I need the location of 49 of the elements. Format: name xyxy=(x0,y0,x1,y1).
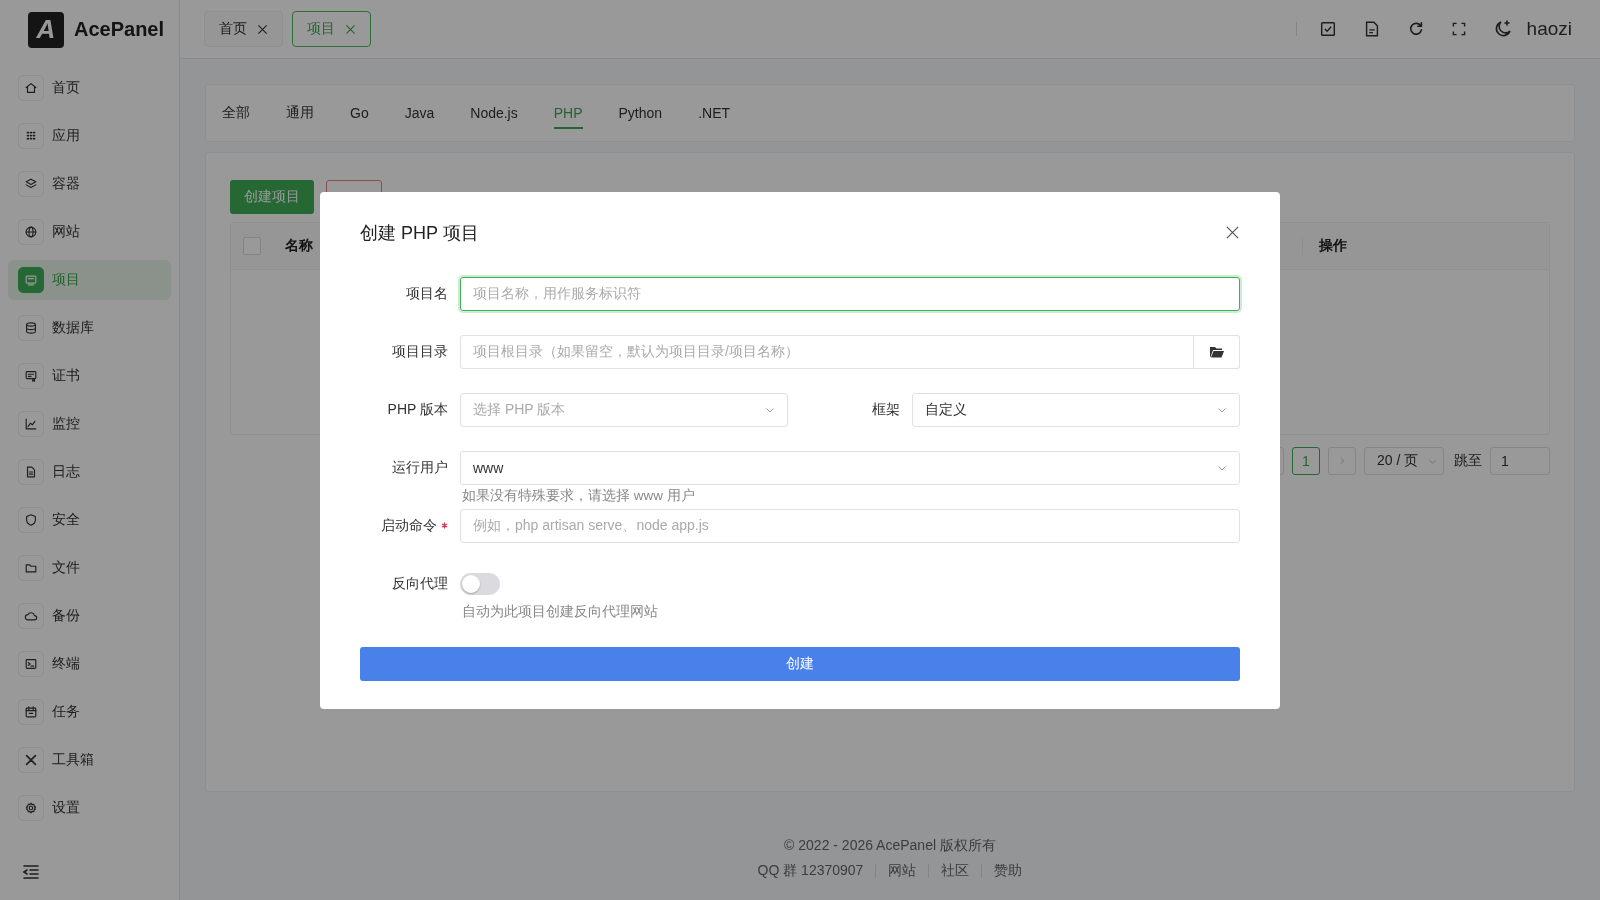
field-label: 启动命令 xyxy=(360,516,448,535)
sidebar-item[interactable]: 容器 xyxy=(8,164,171,204)
sidebar-item[interactable]: 证书 xyxy=(8,356,171,396)
column-header: 名称 xyxy=(285,237,314,255)
create-button[interactable]: 创建 xyxy=(360,646,1240,681)
category-tab[interactable]: .NET xyxy=(698,97,730,129)
footer-link[interactable]: QQ 群 12370907 xyxy=(757,862,864,880)
sidebar-item[interactable]: 任务 xyxy=(8,692,171,732)
field-label: PHP 版本 xyxy=(386,400,448,419)
jump-field[interactable]: 1 xyxy=(1490,447,1550,475)
category-tab[interactable]: 通用 xyxy=(286,96,314,130)
sidebar-item[interactable]: 首页 xyxy=(8,68,171,108)
sidebar-item[interactable]: 文件 xyxy=(8,548,171,588)
field-label: 框架 xyxy=(871,400,900,419)
category-tab[interactable]: Go xyxy=(350,97,369,129)
help-text: 自动为此项目创建反向代理网站 xyxy=(462,603,658,619)
logo-name: AcePanel xyxy=(74,18,165,41)
jump-label: 跳至 xyxy=(1454,452,1482,470)
category-tab[interactable]: Node.js xyxy=(470,97,518,129)
sidebar-item[interactable]: 网站 xyxy=(8,212,171,252)
sidebar-item[interactable]: 日志 xyxy=(8,452,171,492)
sidebar-item[interactable]: 备份 xyxy=(8,596,171,636)
footer-link[interactable]: 网站 xyxy=(888,862,917,880)
dropdown-field[interactable]: 自定义 xyxy=(912,392,1240,427)
field-label: 运行用户 xyxy=(391,458,448,477)
dialog-title: 创建 PHP 项目 xyxy=(360,221,479,245)
copyright-text: © 2022 - 2026 AcePanel 版权所有 xyxy=(784,837,996,855)
category-tab[interactable]: 全部 xyxy=(222,96,250,130)
category-tab[interactable]: Python xyxy=(618,97,663,129)
sidebar-item[interactable]: 应用 xyxy=(8,116,171,156)
sidebar-item[interactable]: 设置 xyxy=(8,788,171,828)
sidebar-item[interactable]: 工具箱 xyxy=(8,740,171,780)
user-name[interactable]: haozi xyxy=(1526,18,1572,40)
dropdown-field[interactable]: www xyxy=(460,450,1240,485)
footer-link[interactable]: 赞助 xyxy=(994,862,1023,880)
logo-mark: A xyxy=(28,11,64,48)
field-label: 项目名 xyxy=(405,284,448,303)
field-label: 反向代理 xyxy=(391,574,448,593)
page-size-select[interactable]: 20 / 页 xyxy=(1364,447,1444,475)
category-tab[interactable]: Java xyxy=(404,97,435,129)
column-header: 操作 xyxy=(1302,237,1549,255)
footer-link[interactable]: 社区 xyxy=(941,862,970,880)
field-label: 项目目录 xyxy=(391,342,448,361)
page-tab[interactable]: 首页 xyxy=(204,11,283,47)
sidebar-item[interactable]: 安全 xyxy=(8,500,171,540)
sidebar-item[interactable]: 数据库 xyxy=(8,308,171,348)
sidebar-item[interactable]: 监控 xyxy=(8,404,171,444)
sidebar-item[interactable]: 终端 xyxy=(8,644,171,684)
help-text: 如果没有特殊要求，请选择 www 用户 xyxy=(462,487,695,503)
